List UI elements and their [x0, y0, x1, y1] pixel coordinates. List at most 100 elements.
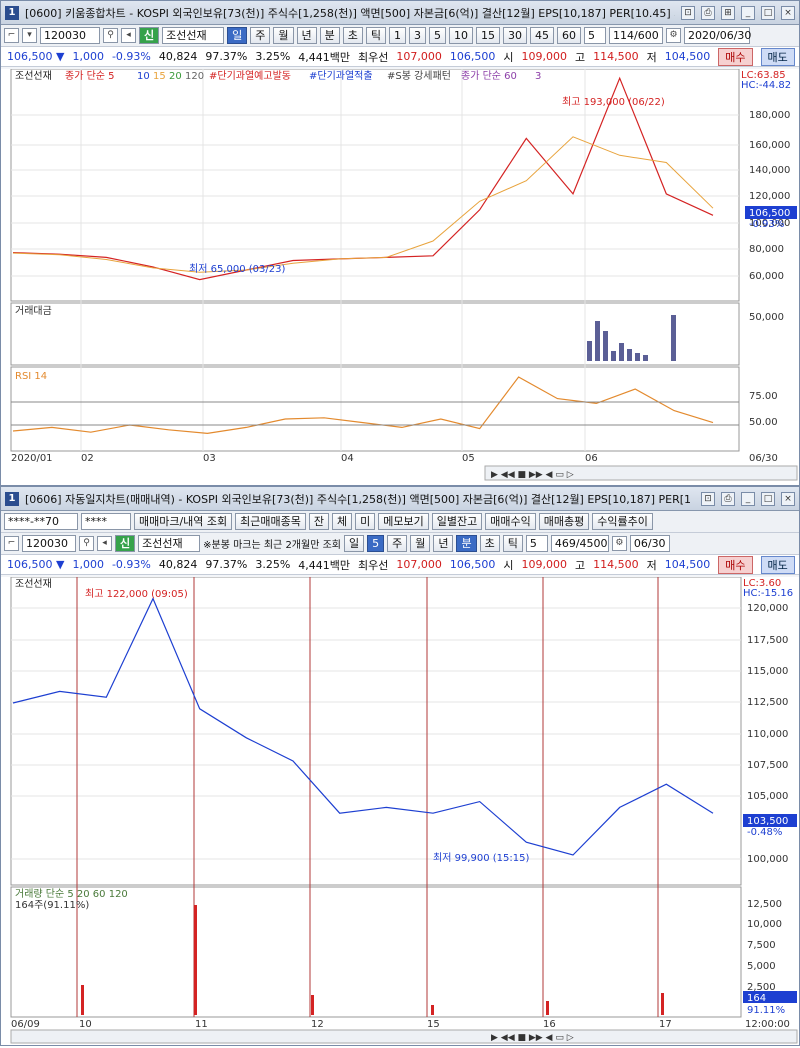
- tab-tick[interactable]: 틱: [502, 535, 523, 552]
- tick-60[interactable]: 60: [557, 27, 581, 44]
- vol-last-pct: 91.11%: [747, 1005, 785, 1016]
- memo-button[interactable]: 메모보기: [378, 513, 429, 530]
- tab-month[interactable]: 월: [410, 535, 431, 552]
- tick-45[interactable]: 45: [530, 27, 554, 44]
- sound-icon[interactable]: ◂: [121, 28, 136, 43]
- print-icon[interactable]: ⎙: [721, 491, 735, 506]
- bottom-chart-svg[interactable]: 조선선재 LC:3.60 HC:-15.16 최고 122,000 (09:05…: [1, 576, 799, 1045]
- legend-item: 20: [169, 71, 182, 82]
- high-label: 고: [575, 50, 586, 64]
- volume-bar: [194, 905, 197, 1015]
- date-tick: 03: [203, 453, 216, 464]
- tab-week[interactable]: 주: [250, 27, 271, 44]
- trade-mark-query-button[interactable]: 매매마크/내역 조회: [134, 513, 233, 530]
- search-icon[interactable]: ⚲: [79, 536, 94, 551]
- daily-balance-button[interactable]: 일별잔고: [431, 513, 483, 530]
- buy-button[interactable]: 매수: [718, 47, 753, 66]
- stock-code-input[interactable]: 120030: [22, 535, 76, 552]
- sound-icon[interactable]: ◂: [97, 536, 112, 551]
- tick-10[interactable]: 10: [449, 27, 473, 44]
- sell-button[interactable]: 매도: [760, 47, 795, 66]
- unit-select[interactable]: 5: [584, 27, 606, 44]
- return-trend-button[interactable]: 수익률추이: [592, 513, 653, 530]
- unit-select[interactable]: 5: [525, 535, 548, 552]
- count-input[interactable]: 114/600: [609, 27, 663, 44]
- volume-bar: [81, 985, 84, 1015]
- minimize-icon[interactable]: _: [741, 5, 755, 20]
- date-input[interactable]: 2020/06/30: [684, 27, 751, 44]
- tab-year[interactable]: 년: [433, 535, 454, 552]
- print-icon[interactable]: ⎙: [701, 5, 715, 20]
- maximize-icon[interactable]: □: [761, 5, 775, 20]
- search-icon[interactable]: ⚲: [103, 28, 118, 43]
- day-count-select[interactable]: 5: [367, 535, 385, 552]
- open-price: 109,000: [521, 558, 568, 571]
- tick-5[interactable]: 5: [429, 27, 446, 44]
- date-input[interactable]: 06/30: [629, 535, 670, 552]
- tab-week[interactable]: 주: [387, 535, 408, 552]
- tab-day[interactable]: 일: [227, 27, 248, 44]
- best-ask: 107,000: [396, 50, 442, 63]
- top-chart[interactable]: 조선선재 종가 단순 5 10 15 20 120 #단기과열예고발동 #단기과…: [1, 68, 799, 485]
- recent-trades-button[interactable]: 최근매매종목: [235, 513, 306, 530]
- bottom-chart[interactable]: 조선선재 LC:3.60 HC:-15.16 최고 122,000 (09:05…: [1, 576, 799, 1045]
- trade-review-button[interactable]: 매매총평: [538, 513, 590, 530]
- tab-tick[interactable]: 틱: [365, 27, 386, 44]
- link-icon[interactable]: ⊡: [681, 5, 695, 20]
- legend-item: #단기과열예고발동: [209, 70, 291, 82]
- close-icon[interactable]: ×: [781, 5, 795, 20]
- chart-type-icon[interactable]: ⌐: [4, 536, 19, 551]
- tab-minute[interactable]: 분: [319, 27, 340, 44]
- tab-minute[interactable]: 분: [456, 535, 477, 552]
- volume-bar: [603, 331, 608, 361]
- bottom-quote-bar: 106,500 ▼ 1,000 -0.93% 40,824 97.37% 3.2…: [1, 555, 799, 575]
- balance-button[interactable]: 잔: [308, 513, 330, 530]
- count-input[interactable]: 469/4500: [550, 535, 609, 552]
- trade-profit-button[interactable]: 매매수익: [485, 513, 536, 530]
- top-chart-svg[interactable]: 조선선재 종가 단순 5 10 15 20 120 #단기과열예고발동 #단기과…: [1, 68, 799, 485]
- password-input[interactable]: ****: [81, 513, 131, 530]
- best-ask: 107,000: [396, 558, 442, 571]
- volume-tick: 10,000: [747, 919, 782, 930]
- tick-30[interactable]: 30: [503, 27, 527, 44]
- volume-sub: 164주(91.11%): [15, 900, 89, 911]
- buy-button[interactable]: 매수: [718, 555, 753, 574]
- tab-year[interactable]: 년: [296, 27, 317, 44]
- price-tick: 110,000: [747, 729, 788, 740]
- price-tick: 60,000: [749, 271, 784, 282]
- tick-3[interactable]: 3: [409, 27, 426, 44]
- link-icon[interactable]: ⊡: [701, 491, 715, 506]
- current-price: 106,500 ▼: [7, 50, 65, 63]
- unexecuted-button[interactable]: 미: [355, 513, 376, 530]
- account-input[interactable]: ****-**70: [4, 513, 78, 530]
- open-label: 시: [503, 50, 514, 64]
- date-tick: 02: [81, 453, 94, 464]
- chart-scrollbar[interactable]: [10, 1029, 798, 1044]
- maximize-icon[interactable]: □: [761, 491, 775, 506]
- scroll-controls-icon[interactable]: ▶ ◀◀ ■ ▶▶ ◀ ▭ ▷: [491, 1033, 574, 1043]
- tab-month[interactable]: 월: [273, 27, 294, 44]
- executed-button[interactable]: 체: [332, 513, 353, 530]
- price-tick: 80,000: [749, 244, 784, 255]
- close-icon[interactable]: ×: [781, 491, 795, 506]
- low-label: 저: [646, 50, 657, 64]
- settings-icon[interactable]: ⚙: [611, 536, 627, 551]
- chevron-down-icon[interactable]: ▾: [22, 28, 37, 43]
- price-tick: 112,500: [747, 697, 788, 708]
- dock-icon[interactable]: ⊞: [721, 5, 735, 20]
- tab-second[interactable]: 초: [479, 535, 500, 552]
- tick-15[interactable]: 15: [476, 27, 500, 44]
- min-label: 최저 65,000 (03/23): [189, 263, 285, 275]
- sell-button[interactable]: 매도: [760, 555, 795, 574]
- change: 1,000: [72, 558, 104, 571]
- scroll-controls-icon[interactable]: ▶ ◀◀ ■ ▶▶ ◀ ▭ ▷: [491, 470, 574, 480]
- tick-1[interactable]: 1: [389, 27, 406, 44]
- tab-second[interactable]: 초: [342, 27, 363, 44]
- settings-icon[interactable]: ⚙: [666, 28, 681, 43]
- chart-type-icon[interactable]: ⌐: [4, 28, 19, 43]
- minimize-icon[interactable]: _: [741, 491, 755, 506]
- tab-day[interactable]: 일: [343, 535, 365, 552]
- date-tick: 04: [341, 453, 354, 464]
- stock-code-input[interactable]: 120030: [40, 27, 100, 44]
- price-tick: 180,000: [749, 110, 790, 121]
